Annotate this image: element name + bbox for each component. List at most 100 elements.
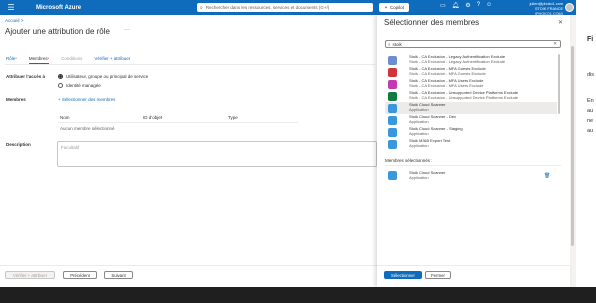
item-sub: Application [409,131,429,136]
settings-icon[interactable]: ⚙ [465,2,470,9]
description-label: Description [6,142,31,147]
radio-button-checked[interactable] [58,74,63,79]
item-sub: Stoik - CA Exclusion - Unsupported Devic… [409,95,519,100]
menu-icon[interactable]: ☰ [4,3,18,12]
search-icon: ⌕ [200,4,203,11]
members-label: Membres [6,97,26,102]
group-icon [388,55,397,65]
select-members-link[interactable]: + Sélectionner des membres [58,97,115,102]
close-button[interactable]: Fermer [425,271,451,279]
radio-button[interactable] [58,83,63,88]
item-sub: Application [409,143,429,148]
group-icon [388,67,397,77]
panel-footer-divider [377,265,570,266]
tab-review-assign[interactable]: Vérifier + attribuer [94,56,130,61]
search-icon: ⌕ [388,41,391,47]
cloud-shell-icon[interactable]: ▭ [440,2,446,9]
global-search-input[interactable]: ⌕ Rechercher dans les ressources, servic… [197,3,373,12]
close-icon[interactable]: ✕ [558,19,563,26]
group-icon [388,79,397,89]
list-item[interactable]: Stoik Cloud Scanner - Staging Application [385,126,557,138]
next-button[interactable]: Suivant [104,271,133,279]
top-bar: ☰ Microsoft Azure ⌕ Rechercher dans les … [0,0,576,16]
remove-member-icon[interactable]: 🗑︎ [544,173,550,179]
selected-member-item: Stoik Cloud Scanner Application [385,170,445,181]
column-type[interactable]: Type [228,115,238,120]
main-content: Accueil > Ajouter une attribution de rôl… [0,15,377,287]
search-placeholder: Rechercher dans les ressources, services… [205,5,330,10]
select-members-panel: Sélectionner des membres ✕ ⌕ stoik ✕ Sto… [377,15,570,287]
column-name[interactable]: Nom [60,115,70,120]
side-pane-text: au [587,128,594,134]
list-item[interactable]: Stoik - CA Exclusion - Unsupported Devic… [385,90,557,102]
copilot-label: Copilot [389,5,404,10]
list-item[interactable]: Stoik - CA Exclusion - Legacy Authentifi… [385,54,557,66]
search-value: stoik [392,41,402,47]
item-sub: Stoik - CA Exclusion - Legacy Authentifi… [409,59,506,64]
scrollbar-thumb[interactable] [571,46,574,246]
side-pane-title: Fi [587,36,594,43]
item-sub: Application [409,107,429,112]
item-sub: Stoik - CA Exclusion - MFA Users Exclude [409,83,484,88]
required-marker: * [47,56,50,61]
item-sub: Application [409,119,429,124]
tab-members[interactable]: Membres* [28,56,50,64]
list-item[interactable]: Stoik - CA Exclusion - MFA Users Exclude… [385,78,557,90]
selected-divider [385,165,561,166]
help-icon[interactable]: ? [477,2,480,9]
list-item[interactable]: Stoik - CA Exclusion - MFA Guests Exclud… [385,66,557,78]
top-icons: ▭ 🔔︎ ⚙ ? ☺ [440,2,492,9]
side-pane: Fi dis En au ne au [576,0,596,287]
item-sub: Stoik - CA Exclusion - MFA Guests Exclud… [409,71,486,76]
taskbar [0,287,596,303]
app-icon [388,139,397,149]
side-pane-text: En [587,98,594,104]
clear-search-icon[interactable]: ✕ [553,41,557,47]
required-marker: * [15,56,17,61]
radio-managed-identity[interactable]: Identité managée [58,83,101,88]
item-sub: Application [409,174,429,180]
select-button[interactable]: Sélectionner [384,271,422,279]
description-placeholder: Facultatif [61,145,80,150]
assign-access-label: Attribuer l’accès à [6,74,46,79]
member-search-input[interactable]: ⌕ stoik ✕ [385,40,561,48]
radio-label: Identité managée [66,83,101,88]
app-icon [388,103,397,113]
empty-members-text: Aucun membre sélectionné [60,126,115,131]
avatar[interactable] [565,3,574,12]
review-assign-button[interactable]: Vérifier + attribuer [5,271,55,279]
column-object-id[interactable]: ID d’objet [143,115,162,120]
app-icon [388,127,397,137]
results-list: Stoik - CA Exclusion - Legacy Authentifi… [385,54,557,150]
tab-role[interactable]: Rôle* [6,56,17,61]
description-field[interactable]: Facultatif [57,141,377,167]
copilot-button[interactable]: ✦ Copilot [379,3,409,12]
feedback-icon[interactable]: ☺ [486,2,492,9]
previous-button[interactable]: Précédent [63,271,97,279]
results-scrollbar[interactable] [558,54,560,114]
tab-bar: Rôle* Membres* Conditions Vérifier + att… [6,56,142,64]
tab-divider [5,64,375,65]
app-icon [388,171,397,181]
table-header-divider [58,122,298,123]
app-name[interactable]: Microsoft Azure [36,5,81,11]
list-item[interactable]: Stoik Cloud Scanner Application [385,102,557,114]
more-icon[interactable]: ··· [124,27,130,33]
panel-title: Sélectionner des membres [384,18,480,27]
radio-user-group[interactable]: Utilisateur, groupe ou principal de serv… [58,74,148,79]
list-item[interactable]: Stoik M365 Export Test Application [385,138,557,150]
copilot-icon: ✦ [384,4,388,10]
radio-label: Utilisateur, groupe ou principal de serv… [66,74,149,79]
footer-divider [0,265,377,266]
breadcrumb[interactable]: Accueil > [5,18,23,23]
group-icon [388,91,397,101]
side-pane-text: ne [587,118,594,124]
side-pane-text: dis [587,72,595,78]
page-title: Ajouter une attribution de rôle [5,27,110,36]
notifications-icon[interactable]: 🔔︎ [452,2,460,9]
selected-members-title: Membres sélectionnés : [385,158,433,163]
side-pane-text: au [587,108,594,114]
list-item[interactable]: Stoik Cloud Scanner - Dev Application [385,114,557,126]
tab-conditions[interactable]: Conditions [61,56,82,61]
app-icon [388,115,397,125]
